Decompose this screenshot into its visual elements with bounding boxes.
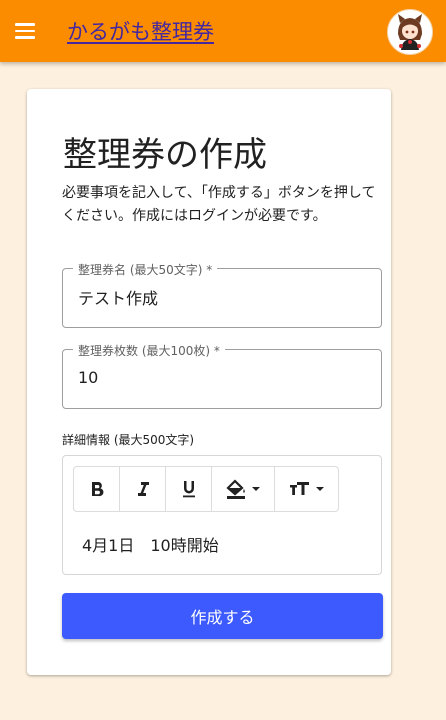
rich-text-editor: 4月1日 10時開始 [62, 455, 382, 575]
ticket-count-input[interactable] [78, 368, 368, 387]
underline-button[interactable] [166, 467, 212, 511]
ticket-name-label: 整理券名 (最大50文字) * [73, 261, 218, 278]
ticket-name-field: 整理券名 (最大50文字) * [62, 261, 382, 328]
detail-info-label: 詳細情報 (最大500文字) [62, 433, 195, 447]
hamburger-menu-icon[interactable] [15, 19, 39, 43]
text-size-icon [289, 482, 324, 495]
underline-icon [182, 481, 195, 498]
editor-toolbar [73, 466, 339, 512]
text-size-button[interactable] [275, 467, 338, 511]
user-avatar-icon[interactable] [387, 9, 433, 55]
bold-button[interactable] [74, 467, 120, 511]
fill-color-icon [226, 479, 260, 499]
create-button[interactable]: 作成する [62, 593, 383, 639]
page-title: 整理券の作成 [63, 135, 267, 175]
italic-button[interactable] [120, 467, 166, 511]
italic-icon [137, 482, 149, 496]
app-title-link[interactable]: かるがも整理券 [67, 16, 214, 46]
editor-content[interactable]: 4月1日 10時開始 [82, 532, 219, 556]
bold-icon [91, 481, 103, 497]
fill-color-button[interactable] [212, 467, 275, 511]
app-bar: かるがも整理券 [0, 0, 446, 62]
form-description: 必要事項を記入して、「作成する」ボタンを押してください。作成にはログインが必要で… [62, 185, 376, 224]
ticket-name-input[interactable] [78, 287, 368, 306]
create-ticket-card: 整理券の作成 必要事項を記入して、「作成する」ボタンを押してください。作成にはロ… [27, 89, 391, 675]
ticket-count-field: 整理券枚数 (最大100枚) * [62, 342, 382, 409]
ticket-count-label: 整理券枚数 (最大100枚) * [73, 342, 225, 359]
